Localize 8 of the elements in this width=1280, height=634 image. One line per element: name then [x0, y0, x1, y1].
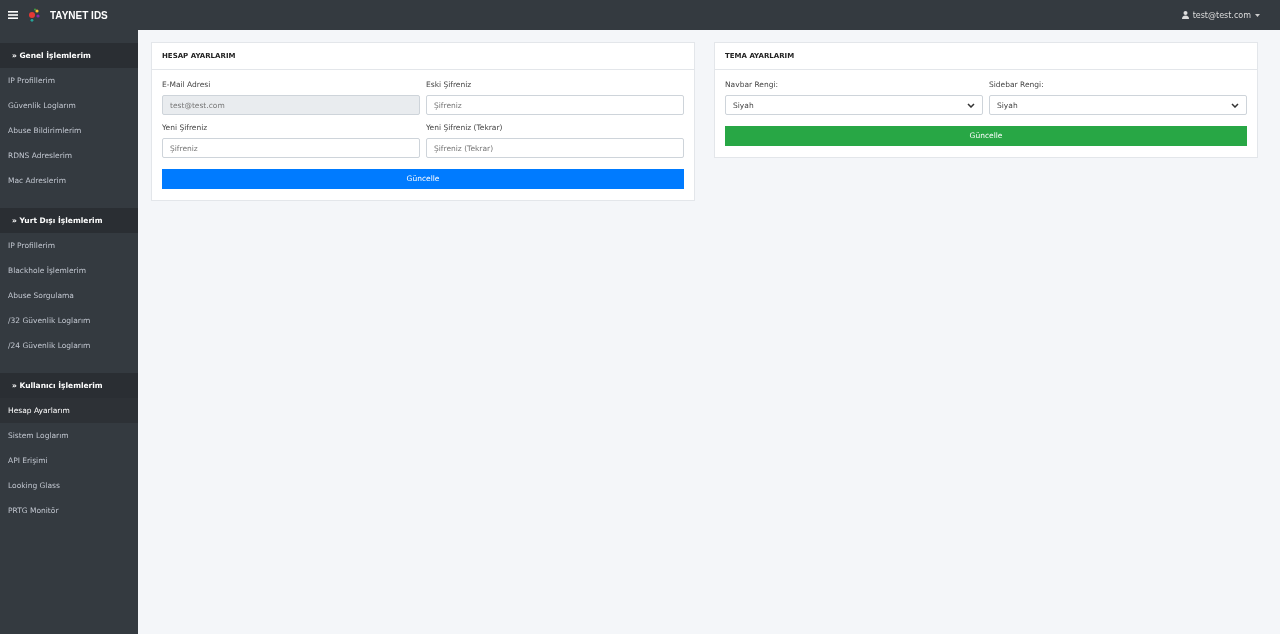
chevron-icon	[1231, 102, 1239, 108]
caret-icon	[1255, 13, 1260, 17]
logo-icon	[27, 8, 41, 22]
menu-icon[interactable]	[8, 11, 18, 19]
user-menu[interactable]: test@test.com	[1181, 10, 1260, 20]
chevron-icon	[967, 102, 975, 108]
brand-name[interactable]: TAYNET IDS	[50, 9, 108, 21]
user-icon	[1181, 11, 1189, 19]
